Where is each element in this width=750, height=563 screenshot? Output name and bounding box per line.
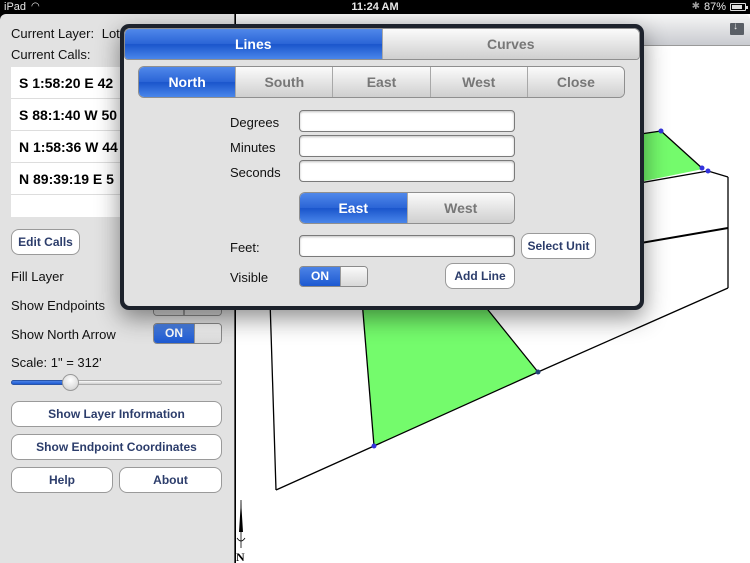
- show-endpoints-label: Show Endpoints: [11, 298, 105, 313]
- direction-segmented-control[interactable]: North South East West Close: [138, 66, 625, 98]
- endpoint-marker: [535, 369, 541, 375]
- show-north-arrow-toggle[interactable]: ON: [153, 323, 222, 344]
- current-layer-value: Lot: [101, 26, 120, 41]
- seconds-label: Seconds: [230, 165, 281, 180]
- status-time: 11:24 AM: [351, 1, 399, 13]
- scale-slider-thumb[interactable]: [62, 374, 80, 391]
- segment-south[interactable]: South: [235, 67, 333, 97]
- segment-close[interactable]: Close: [526, 67, 624, 97]
- add-call-popover: Lines Curves North South East West Close…: [120, 24, 644, 310]
- current-layer-label: Current Layer:: [11, 26, 95, 41]
- show-layer-information-button[interactable]: Show Layer Information: [11, 401, 222, 427]
- feet-input[interactable]: [299, 235, 515, 257]
- scale-slider[interactable]: [11, 374, 222, 391]
- segment-east[interactable]: East: [300, 193, 407, 223]
- toggle-on-label: ON: [154, 324, 194, 343]
- select-unit-button[interactable]: Select Unit: [521, 233, 596, 259]
- endpoint-marker: [371, 443, 377, 449]
- show-endpoint-coordinates-button[interactable]: Show Endpoint Coordinates: [11, 434, 222, 460]
- lot-line: [275, 445, 375, 491]
- toggle-on-label: ON: [300, 267, 340, 286]
- about-button[interactable]: About: [119, 467, 222, 493]
- lot-line: [269, 299, 277, 491]
- scale-label: Scale: 1" = 312': [11, 355, 102, 370]
- edit-calls-button[interactable]: Edit Calls: [11, 229, 80, 255]
- battery-icon: [730, 3, 748, 11]
- minutes-input[interactable]: [299, 135, 515, 157]
- degrees-input[interactable]: [299, 110, 515, 132]
- show-north-arrow-label: Show North Arrow: [11, 327, 116, 342]
- bluetooth-icon: ✱: [691, 1, 700, 12]
- lot-parcel-filled: [362, 300, 538, 446]
- add-line-button[interactable]: Add Line: [445, 263, 515, 289]
- lines-curves-tabs[interactable]: Lines Curves: [124, 28, 640, 60]
- segment-east[interactable]: East: [332, 67, 430, 97]
- lot-line: [707, 170, 729, 178]
- endpoint-marker: [658, 128, 664, 134]
- segment-west[interactable]: West: [429, 67, 527, 97]
- endpoint-marker: [699, 165, 705, 171]
- tab-curves[interactable]: Curves: [381, 29, 639, 59]
- status-bar: iPad ◠ 11:24 AM ✱ 87%: [0, 0, 750, 14]
- segment-west[interactable]: West: [406, 193, 514, 223]
- visible-toggle[interactable]: ON: [299, 266, 368, 287]
- east-west-segmented-control[interactable]: East West: [299, 192, 515, 224]
- endpoint-marker: [705, 168, 711, 174]
- visible-label: Visible: [230, 270, 269, 285]
- degrees-label: Degrees: [230, 115, 280, 130]
- minutes-label: Minutes: [230, 140, 276, 155]
- current-layer-row: Current Layer: Lot: [11, 26, 120, 41]
- tab-lines[interactable]: Lines: [125, 29, 382, 59]
- current-calls-label: Current Calls:: [11, 47, 91, 62]
- north-label: N: [236, 550, 245, 563]
- seconds-input[interactable]: [299, 160, 515, 182]
- feet-label: Feet:: [230, 240, 260, 255]
- fill-layer-label: Fill Layer: [11, 269, 64, 284]
- help-button[interactable]: Help: [11, 467, 113, 493]
- segment-north[interactable]: North: [139, 67, 236, 97]
- folder-icon[interactable]: [730, 21, 744, 35]
- north-arrow-icon: [236, 500, 246, 548]
- battery-percent: 87%: [703, 1, 726, 13]
